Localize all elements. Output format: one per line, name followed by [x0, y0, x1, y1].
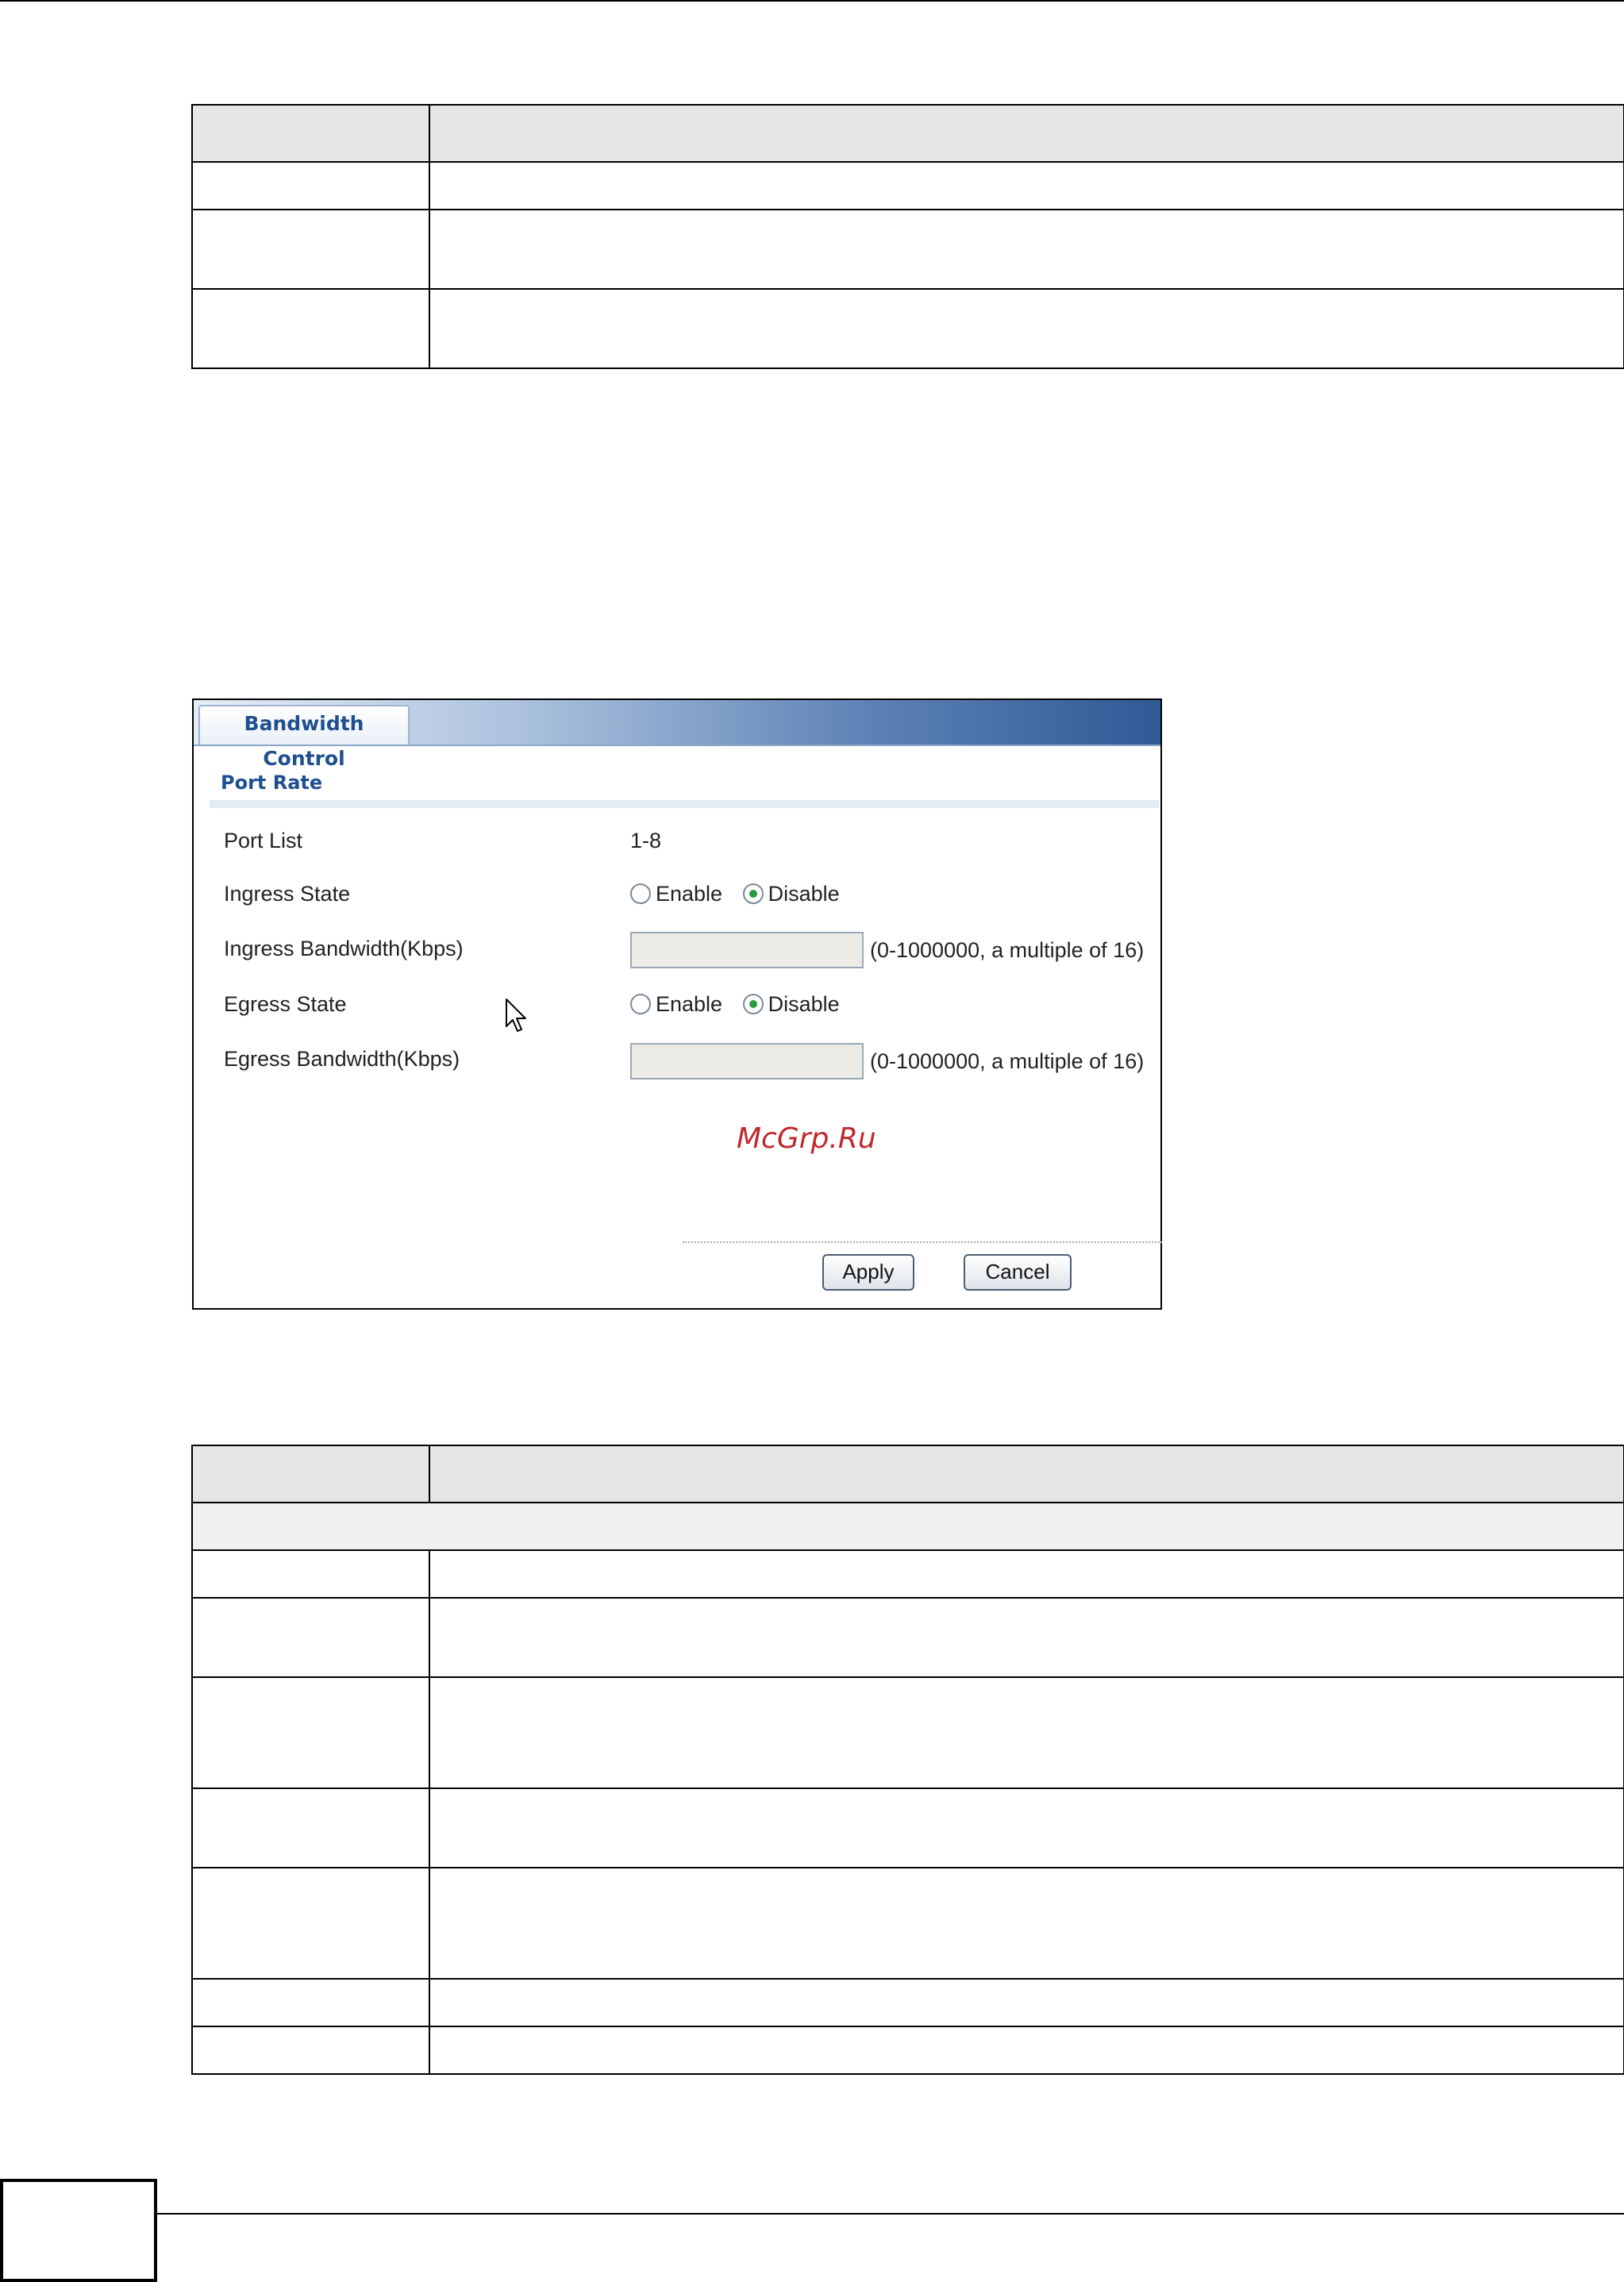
- table-row: [191, 1867, 1624, 1980]
- ingress-state-label: Ingress State: [224, 882, 351, 906]
- ingress-state-options: Enable Disable: [630, 882, 854, 906]
- egress-bandwidth-hint: (0-1000000, a multiple of 16): [870, 1049, 1145, 1073]
- cancel-button[interactable]: Cancel: [964, 1254, 1072, 1291]
- mouse-pointer-icon: [506, 999, 526, 1032]
- ingress-disable-label: Disable: [768, 882, 840, 906]
- egress-disable-radio[interactable]: [742, 994, 764, 1014]
- table-row: [191, 209, 1624, 290]
- lower-table: [191, 1445, 1624, 2075]
- ingress-disable-radio[interactable]: [742, 883, 764, 904]
- section-divider: [210, 800, 1159, 808]
- watermark: McGrp.Ru: [737, 1122, 876, 1155]
- egress-enable-label: Enable: [656, 992, 723, 1016]
- egress-enable-radio[interactable]: [630, 994, 651, 1014]
- footer-rule: [157, 2213, 1624, 2215]
- ingress-bandwidth-input[interactable]: [630, 932, 864, 968]
- table-row: [191, 1978, 1624, 2027]
- egress-bandwidth-input[interactable]: [630, 1043, 864, 1079]
- egress-disable-label: Disable: [768, 992, 840, 1016]
- egress-bandwidth-label: Egress Bandwidth(Kbps): [224, 1047, 460, 1071]
- bandwidth-control-panel: Bandwidth Control Port Rate Port List 1-…: [192, 698, 1162, 1310]
- ingress-bandwidth-hint: (0-1000000, a multiple of 16): [870, 938, 1145, 962]
- page-number-box: [0, 2179, 157, 2282]
- button-divider: [683, 1241, 1162, 1243]
- table-row: [191, 288, 1624, 369]
- egress-state-options: Enable Disable: [630, 992, 854, 1017]
- table-row: [191, 1549, 1624, 1599]
- table-row: [191, 1788, 1624, 1868]
- apply-button[interactable]: Apply: [822, 1254, 914, 1291]
- egress-state-label: Egress State: [224, 992, 347, 1016]
- table-header-row: [191, 104, 1624, 163]
- table-header-row: [191, 1445, 1624, 1503]
- tab-bandwidth-control[interactable]: Bandwidth Control: [198, 705, 410, 770]
- ingress-enable-radio[interactable]: [630, 883, 651, 904]
- tab-bar: Bandwidth Control: [194, 700, 1160, 770]
- section-title: Port Rate: [221, 772, 323, 794]
- table-row: [191, 1676, 1624, 1789]
- ingress-enable-label: Enable: [656, 882, 723, 906]
- table-section-row: [191, 1502, 1624, 1551]
- table-row: [191, 1597, 1624, 1678]
- upper-table: [191, 104, 1624, 369]
- port-list-label: Port List: [224, 829, 303, 852]
- top-rule: [0, 0, 1624, 2]
- table-row: [191, 161, 1624, 210]
- port-list-value: 1-8: [630, 829, 662, 852]
- ingress-bandwidth-label: Ingress Bandwidth(Kbps): [224, 937, 464, 960]
- table-row: [191, 2026, 1624, 2075]
